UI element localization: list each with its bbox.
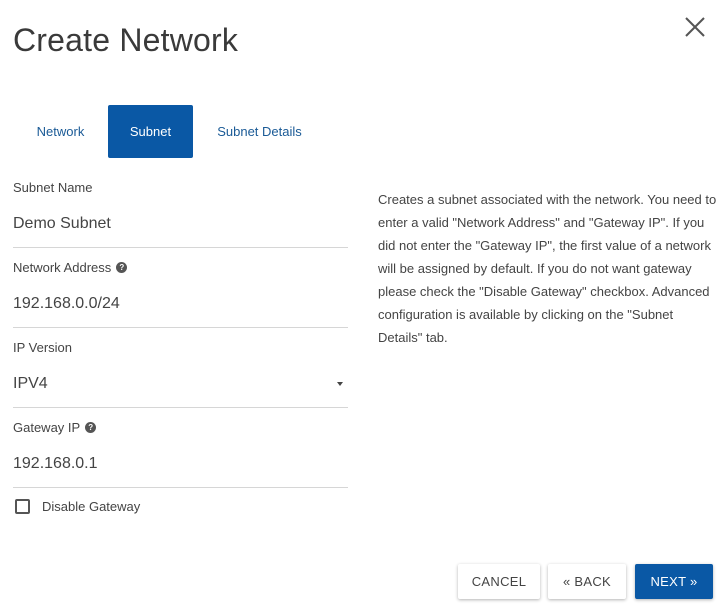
help-icon[interactable]: ?	[116, 261, 128, 273]
network-address-label-row: Network Address ?	[13, 259, 348, 275]
subnet-name-input[interactable]: Demo Subnet	[13, 213, 348, 235]
ip-version-field: IP Version IPV4	[13, 339, 348, 408]
gateway-ip-underline	[13, 487, 348, 488]
disable-gateway-row[interactable]: Disable Gateway	[15, 499, 140, 514]
gateway-ip-label: Gateway IP	[13, 419, 81, 435]
tab-network[interactable]: Network	[13, 105, 108, 158]
network-address-label: Network Address	[13, 259, 112, 275]
ip-version-value: IPV4	[13, 375, 48, 392]
disable-gateway-checkbox[interactable]	[15, 499, 30, 514]
ip-version-select[interactable]: IPV4	[13, 373, 348, 395]
subnet-name-underline	[13, 247, 348, 248]
disable-gateway-label: Disable Gateway	[42, 499, 141, 514]
gateway-ip-label-row: Gateway IP ?	[13, 419, 348, 435]
tab-subnet[interactable]: Subnet	[108, 105, 193, 158]
ip-version-underline	[13, 407, 348, 408]
dialog-title: Create Network	[13, 22, 239, 58]
subnet-name-label: Subnet Name	[13, 179, 93, 195]
gateway-ip-field: Gateway IP ? 192.168.0.1	[13, 419, 348, 488]
tab-subnet-details[interactable]: Subnet Details	[193, 105, 326, 158]
ip-version-label: IP Version	[13, 339, 73, 355]
close-icon[interactable]	[682, 14, 708, 40]
network-address-input[interactable]: 192.168.0.0/24	[13, 293, 348, 315]
cancel-button[interactable]: CANCEL	[458, 564, 540, 599]
gateway-ip-input[interactable]: 192.168.0.1	[13, 453, 348, 475]
network-address-underline	[13, 327, 348, 328]
subnet-description: Creates a subnet associated with the net…	[378, 192, 717, 345]
close-button[interactable]	[682, 14, 708, 40]
caret-down-icon[interactable]	[337, 382, 343, 386]
back-button[interactable]: « BACK	[548, 564, 626, 599]
subnet-name-field: Subnet Name Demo Subnet	[13, 179, 348, 248]
help-icon[interactable]: ?	[85, 421, 97, 433]
network-address-field: Network Address ? 192.168.0.0/24	[13, 259, 348, 328]
next-button[interactable]: NEXT »	[635, 564, 713, 599]
tab-bar: Network Subnet Subnet Details	[13, 105, 326, 158]
